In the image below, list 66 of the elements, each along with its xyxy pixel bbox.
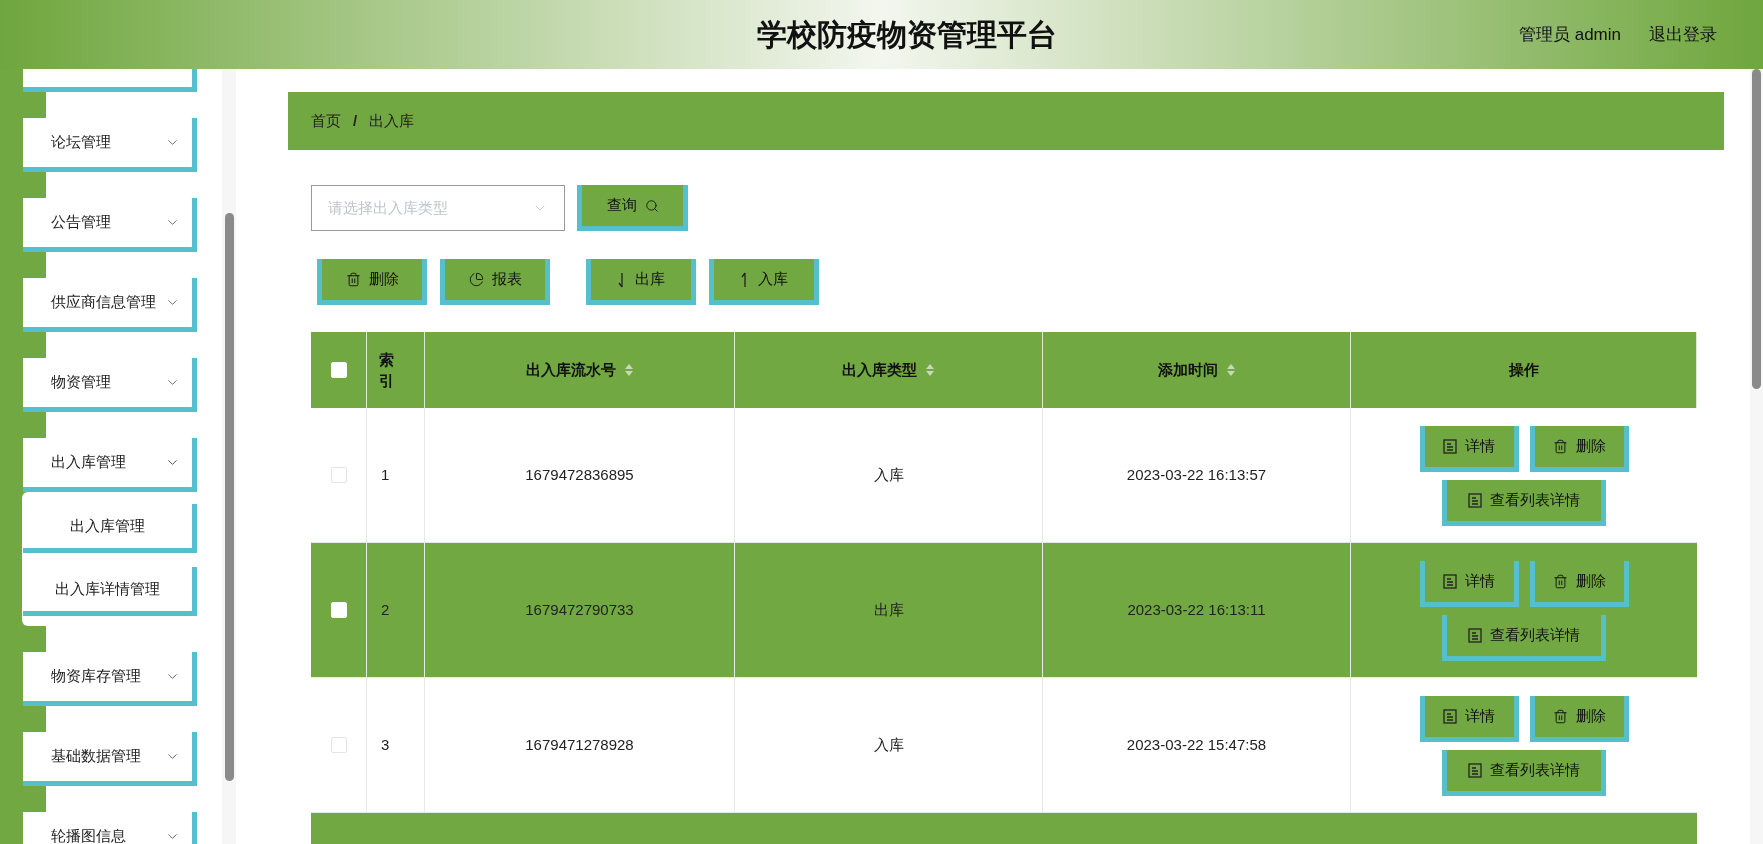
column-header: 出入库类型	[842, 359, 917, 380]
search-button[interactable]: 查询	[577, 185, 688, 231]
row-action-button[interactable]: 删除	[1529, 426, 1629, 472]
table-cell-text: 2	[381, 599, 390, 620]
user-label: 管理员 admin	[1518, 24, 1621, 46]
column-header: 操作	[1508, 359, 1539, 380]
row-action-button[interactable]: 详情	[1419, 561, 1519, 607]
trash-icon	[345, 272, 361, 287]
breadcrumb-item[interactable]: 首页	[311, 109, 341, 133]
toolbar-button[interactable]: 入库	[709, 259, 819, 305]
trash-icon	[1552, 709, 1568, 724]
table-cell-text: 出库	[873, 599, 904, 620]
page-scrollbar[interactable]	[1750, 69, 1763, 844]
search-icon	[644, 198, 659, 213]
table-cell-text: 1679472836895	[525, 464, 634, 485]
table-cell-text: 1	[381, 464, 390, 485]
sidebar-item[interactable]: 物资库存管理	[23, 652, 197, 706]
trash-icon	[1552, 574, 1568, 589]
trash-icon	[1552, 439, 1568, 454]
logout-link[interactable]: 退出登录	[1649, 22, 1717, 48]
sidebar-item[interactable]: 公告管理	[23, 198, 197, 252]
sidebar-item[interactable]: 出入库管理	[23, 438, 197, 492]
toolbar-button[interactable]: 出库	[586, 259, 696, 305]
table-cell-text: 2023-03-22 15:47:58	[1126, 734, 1267, 755]
document-icon	[1443, 574, 1457, 589]
breadcrumb-separator: /	[353, 110, 358, 131]
document-icon	[1468, 628, 1482, 643]
row-action-button[interactable]: 查看列表详情	[1442, 750, 1606, 796]
document-icon	[1443, 709, 1457, 724]
row-action-button[interactable]: 查看列表详情	[1442, 615, 1606, 661]
row-action-button[interactable]: 查看列表详情	[1442, 480, 1606, 526]
sidebar-item[interactable]: 论坛管理	[23, 118, 197, 172]
submenu-item[interactable]: 出入库详情管理	[23, 567, 197, 616]
sidebar-item[interactable]: 供应商信息管理	[23, 278, 197, 332]
sort-icon[interactable]	[1225, 363, 1236, 377]
sort-icon[interactable]	[925, 363, 935, 377]
table-cell-text: 3	[381, 734, 390, 755]
breadcrumb-item: 出入库	[369, 110, 415, 131]
row-action-button[interactable]: 详情	[1419, 426, 1519, 472]
checkbox[interactable]	[330, 467, 347, 483]
sidebar-scrollbar[interactable]	[222, 69, 236, 844]
document-icon	[1443, 439, 1457, 454]
table-cell-text: 1679472790733	[525, 599, 634, 620]
toolbar-button[interactable]: 报表	[440, 259, 550, 305]
table-cell-text: 入库	[873, 734, 904, 755]
sidebar-item[interactable]: 物资管理	[23, 358, 197, 412]
table-cell-text: 入库	[873, 464, 904, 485]
column-header: 索引	[379, 350, 395, 391]
row-action-button[interactable]: 删除	[1529, 696, 1629, 742]
column-header: 出入库流水号	[525, 359, 616, 380]
app-title: 学校防疫物资管理平台	[756, 17, 1057, 53]
row-action-button[interactable]: 删除	[1529, 561, 1629, 607]
checkbox[interactable]	[330, 737, 347, 753]
submenu-item[interactable]: 出入库管理	[23, 504, 197, 553]
toolbar-button[interactable]: 删除	[317, 259, 427, 305]
sidebar-item[interactable]: 轮播图信息	[23, 812, 197, 844]
pie-chart-icon	[468, 272, 484, 287]
column-header: 添加时间	[1157, 359, 1218, 380]
table-cell-text: 1679471278928	[525, 734, 634, 755]
document-icon	[1468, 493, 1482, 508]
sidebar-item[interactable]: 基础数据管理	[23, 732, 197, 786]
row-action-button[interactable]: 详情	[1419, 696, 1519, 742]
table-cell-text: 2023-03-22 16:13:57	[1126, 464, 1267, 485]
table-cell-text: 2023-03-22 16:13:11	[1127, 599, 1266, 620]
sort-icon[interactable]	[623, 363, 634, 377]
document-icon	[1468, 763, 1482, 778]
